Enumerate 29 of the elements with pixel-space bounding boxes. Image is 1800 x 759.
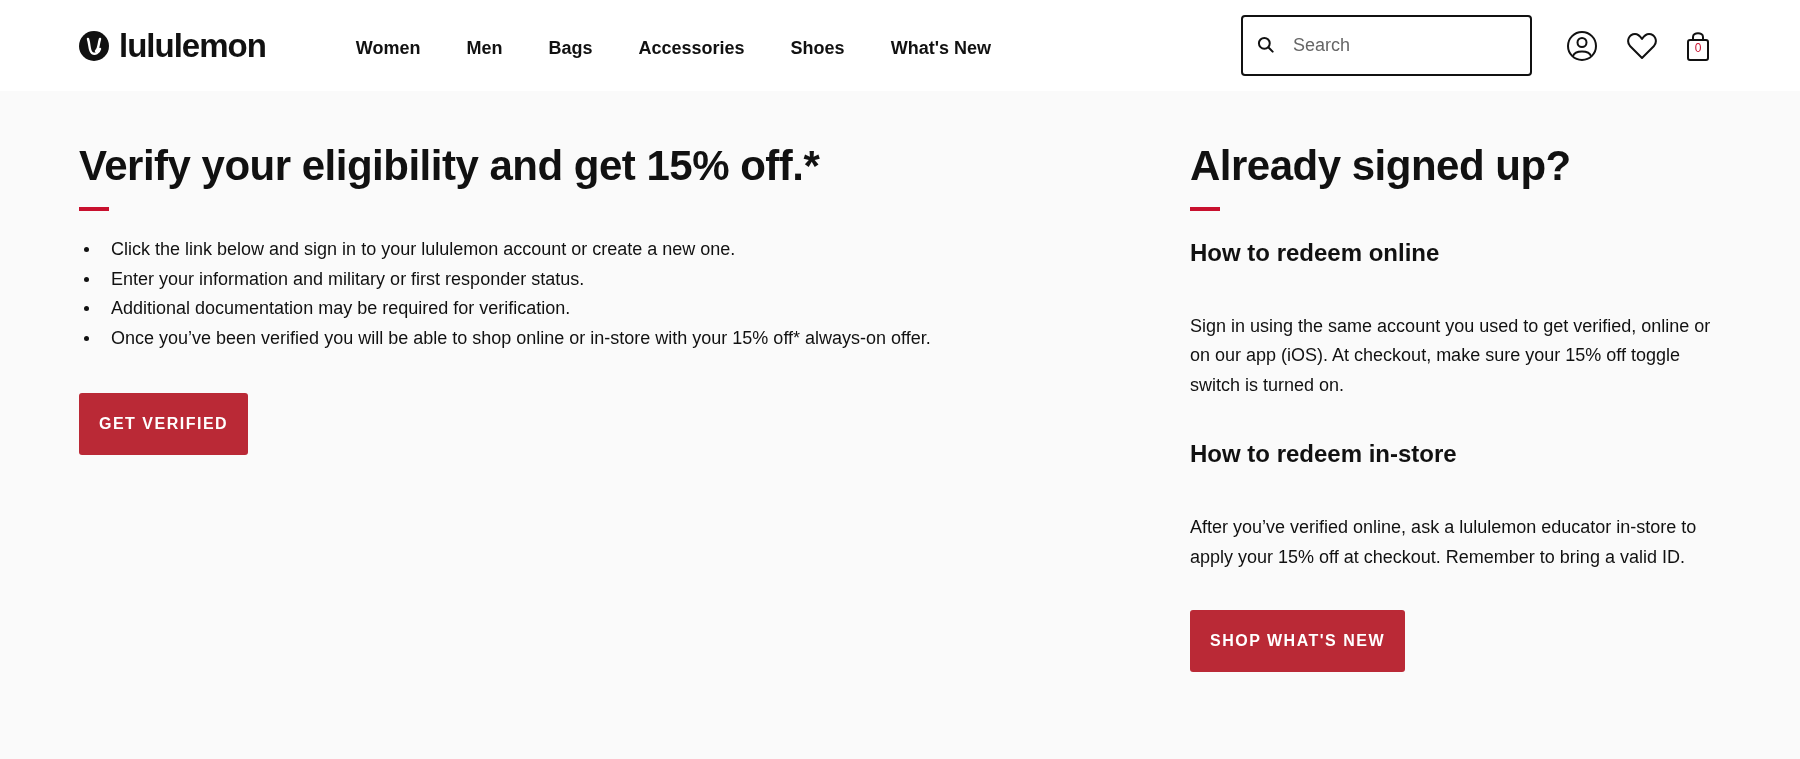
bullet-icon (84, 335, 89, 341)
nav-link[interactable]: Accessories (638, 35, 745, 62)
logo-wordmark[interactable]: lululemon (119, 29, 266, 62)
bullet-text: Click the link below and sign in to your lululemon account or create a new one. (111, 238, 736, 262)
page-heading: Verify your eligibility and get 15% off.* (79, 143, 821, 190)
nav-link[interactable]: Women (355, 35, 421, 62)
bullet-text: Once you’ve been verified you will be able to shop online or in-store with your 15% off* always-on offer. (111, 326, 931, 350)
shop-whats-new-button[interactable]: SHOP WHAT'S NEW (1190, 610, 1406, 673)
bullet-icon (84, 247, 89, 253)
search-icon (1256, 35, 1276, 55)
section-text: After you’ve verified online, ask a lululemon educator in-store to apply your 15% off at checkout. Remember to bring a valid ID. (1190, 516, 1698, 569)
search-field[interactable]: Search (1241, 15, 1532, 76)
nav-link[interactable]: Shoes (790, 35, 845, 62)
nav-link[interactable]: Men (466, 35, 503, 62)
section-heading: How to redeem online (1190, 239, 1441, 268)
bullet-text: Additional documentation may be required for verification. (111, 297, 571, 321)
account-icon[interactable] (1566, 29, 1598, 62)
nav-link[interactable]: What's New (890, 35, 991, 62)
bullet-text: Enter your information and military or first responder status. (111, 267, 585, 291)
section-text: Sign in using the same account you used to get verified, online or on our app (iOS). At checkout, make sure your 15% off toggle switch is turned on. (1190, 315, 1712, 397)
get-verified-button[interactable]: GET VERIFIED (79, 393, 249, 456)
nav-link[interactable]: Bags (548, 35, 593, 62)
logo-icon[interactable] (79, 30, 109, 61)
bullet-icon (84, 306, 89, 312)
section-heading: How to redeem in-store (1190, 440, 1458, 470)
bag-count: 0 (1693, 41, 1703, 54)
heart-icon[interactable] (1626, 30, 1658, 61)
aside-heading: Already signed up? (1190, 143, 1572, 190)
bullet-icon (84, 276, 89, 282)
